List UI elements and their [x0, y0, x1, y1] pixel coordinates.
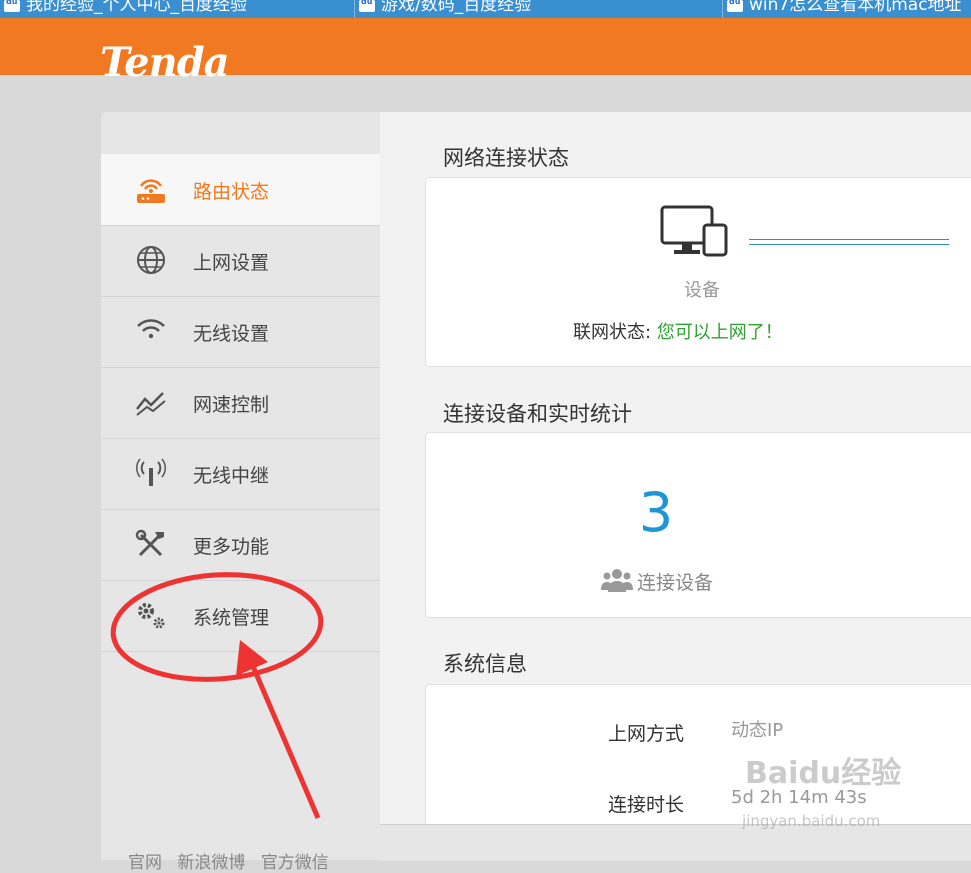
- info-label: 连接时长: [608, 794, 685, 816]
- globe-icon: [137, 246, 165, 274]
- sidebar-item-speed-control[interactable]: 网速控制: [101, 367, 380, 439]
- baidu-favicon-icon: [727, 0, 743, 12]
- sidebar-item-wireless-repeater[interactable]: 无线中继: [101, 438, 380, 510]
- sidebar-item-label: 更多功能: [193, 536, 270, 558]
- browser-tab[interactable]: 我的经验_个人中心_百度经验: [0, 0, 355, 18]
- baidu-watermark: Baidu经验: [745, 756, 902, 791]
- network-status-card: 设备 联网状态: 您可以上网了！: [425, 177, 971, 367]
- sidebar-item-wireless-settings[interactable]: 无线设置: [101, 296, 380, 368]
- sidebar-item-label: 上网设置: [193, 252, 270, 274]
- status-value: 您可以上网了！: [656, 322, 783, 343]
- connection-line: [749, 239, 949, 245]
- connected-devices-title: 连接设备和实时统计: [443, 402, 632, 426]
- footer-link-official-site[interactable]: 官网: [128, 853, 162, 873]
- sidebar-item-system-management[interactable]: 系统管理: [101, 580, 380, 652]
- sidebar-item-label: 网速控制: [193, 394, 270, 416]
- router-icon: [137, 179, 165, 203]
- info-value: 动态IP: [731, 720, 784, 741]
- gears-icon: [138, 603, 165, 629]
- wifi-icon: [137, 319, 165, 339]
- sidebar-item-more-functions[interactable]: 更多功能: [101, 509, 380, 581]
- sidebar-item-label: 无线设置: [193, 323, 270, 345]
- sidebar-item-label: 系统管理: [193, 607, 270, 629]
- network-status-title: 网络连接状态: [443, 146, 569, 170]
- sidebar-item-router-status[interactable]: 路由状态: [101, 154, 380, 226]
- app-header: Tenda: [0, 18, 971, 86]
- device-label: 设备: [684, 280, 720, 301]
- footer-link-weibo[interactable]: 新浪微博: [177, 853, 245, 873]
- users-icon: [601, 569, 633, 592]
- sidebar-item-label: 路由状态: [193, 181, 270, 203]
- browser-tab[interactable]: win7怎么查看本机mac地址: [723, 0, 971, 18]
- connected-devices-label: 连接设备: [601, 567, 713, 595]
- system-info-title: 系统信息: [443, 652, 527, 676]
- browser-tab-strip: 我的经验_个人中心_百度经验 游戏/数码_百度经验 win7怎么查看本机mac地…: [0, 0, 971, 18]
- device-icon: [660, 205, 728, 257]
- main-panel: 网络连接状态 设备 联网状态: 您可以上网了！ 连接设备和实时统计 3 连接设备: [380, 112, 971, 846]
- speed-chart-icon: [136, 392, 166, 416]
- connection-status: 联网状态: 您可以上网了！: [573, 322, 783, 343]
- baidu-watermark-url: jingyan.baidu.com: [742, 812, 881, 830]
- connected-devices-card[interactable]: 3 连接设备: [425, 432, 971, 618]
- sidebar-item-internet-settings[interactable]: 上网设置: [101, 225, 380, 297]
- antenna-icon: [136, 458, 166, 486]
- sidebar-footer-links: 官网 新浪微博 官方微信: [128, 848, 339, 873]
- device-count[interactable]: 3: [426, 481, 886, 544]
- bottom-strip: [380, 824, 971, 861]
- tools-icon: [135, 529, 164, 557]
- baidu-favicon-icon: [359, 0, 375, 12]
- sidebar: 路由状态 上网设置 无线设置 网速控制 无线中继 更多功能 系统管理 官网 新浪…: [101, 112, 380, 873]
- info-label: 上网方式: [608, 723, 685, 745]
- browser-tab[interactable]: 游戏/数码_百度经验: [355, 0, 723, 18]
- sidebar-item-label: 无线中继: [193, 465, 270, 487]
- tenda-logo[interactable]: Tenda: [100, 38, 230, 88]
- baidu-favicon-icon: [4, 0, 20, 12]
- footer-link-wechat[interactable]: 官方微信: [261, 853, 329, 873]
